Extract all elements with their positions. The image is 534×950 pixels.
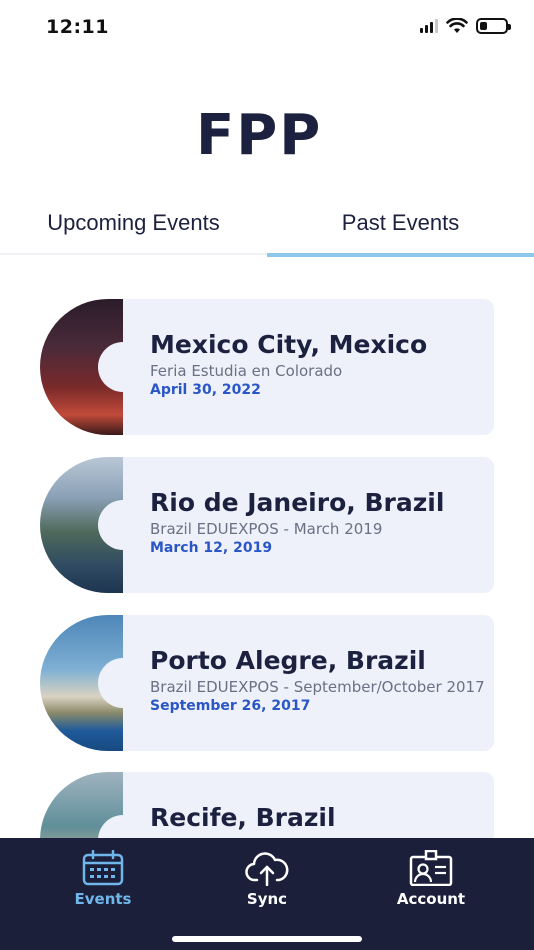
- event-city: Recife, Brazil: [150, 803, 336, 832]
- app-logo: FPP: [196, 103, 338, 168]
- event-text: Rio de Janeiro, Brazil Brazil EDUEXPOS -…: [150, 487, 500, 557]
- nav-events-label: Events: [74, 890, 132, 908]
- battery-icon: [476, 18, 511, 34]
- event-card[interactable]: Porto Alegre, Brazil Brazil EDUEXPOS - S…: [40, 615, 494, 751]
- event-city: Mexico City, Mexico: [150, 330, 428, 359]
- status-icons: [420, 18, 511, 34]
- event-tabs: Upcoming Events Past Events: [0, 200, 534, 257]
- events-list[interactable]: Mexico City, Mexico Feria Estudia en Col…: [0, 290, 534, 838]
- event-photo: [40, 299, 123, 435]
- status-bar: 12:11: [0, 0, 534, 56]
- event-date: March 12, 2019: [150, 540, 273, 556]
- nav-sync-label: Sync: [246, 890, 288, 908]
- event-date: September 26, 2017: [150, 698, 311, 714]
- nav-account[interactable]: Account: [371, 850, 491, 908]
- event-subtitle: Brazil EDUEXPOS - September/October 2017: [150, 678, 485, 696]
- event-date: April 30, 2022: [150, 382, 261, 398]
- bottom-nav: Events Sync Account: [0, 838, 534, 950]
- event-text: Recife, Brazil: [150, 802, 500, 834]
- event-text: Porto Alegre, Brazil Brazil EDUEXPOS - S…: [150, 645, 500, 715]
- event-text: Mexico City, Mexico Feria Estudia en Col…: [150, 329, 500, 399]
- tab-upcoming-events[interactable]: Upcoming Events: [0, 200, 267, 255]
- nav-sync[interactable]: Sync: [207, 850, 327, 908]
- calendar-icon: [82, 850, 124, 886]
- nav-events[interactable]: Events: [43, 850, 163, 908]
- event-photo: [40, 615, 123, 751]
- logo-text: FPP: [196, 103, 323, 168]
- event-card[interactable]: Recife, Brazil: [40, 772, 494, 838]
- cellular-signal-icon: [420, 19, 438, 33]
- nav-account-label: Account: [396, 890, 466, 908]
- wifi-icon: [446, 18, 468, 33]
- event-subtitle: Brazil EDUEXPOS - March 2019: [150, 520, 383, 538]
- event-photo: [40, 457, 123, 593]
- cloud-sync-icon: [245, 852, 289, 886]
- event-card[interactable]: Rio de Janeiro, Brazil Brazil EDUEXPOS -…: [40, 457, 494, 593]
- tab-past-events[interactable]: Past Events: [267, 200, 534, 257]
- event-city: Rio de Janeiro, Brazil: [150, 488, 445, 517]
- event-subtitle: Feria Estudia en Colorado: [150, 362, 343, 380]
- event-city: Porto Alegre, Brazil: [150, 646, 426, 675]
- event-photo: [40, 772, 123, 838]
- home-indicator: [172, 936, 362, 942]
- id-badge-icon: [409, 850, 453, 886]
- status-time: 12:11: [46, 16, 109, 38]
- event-card[interactable]: Mexico City, Mexico Feria Estudia en Col…: [40, 299, 494, 435]
